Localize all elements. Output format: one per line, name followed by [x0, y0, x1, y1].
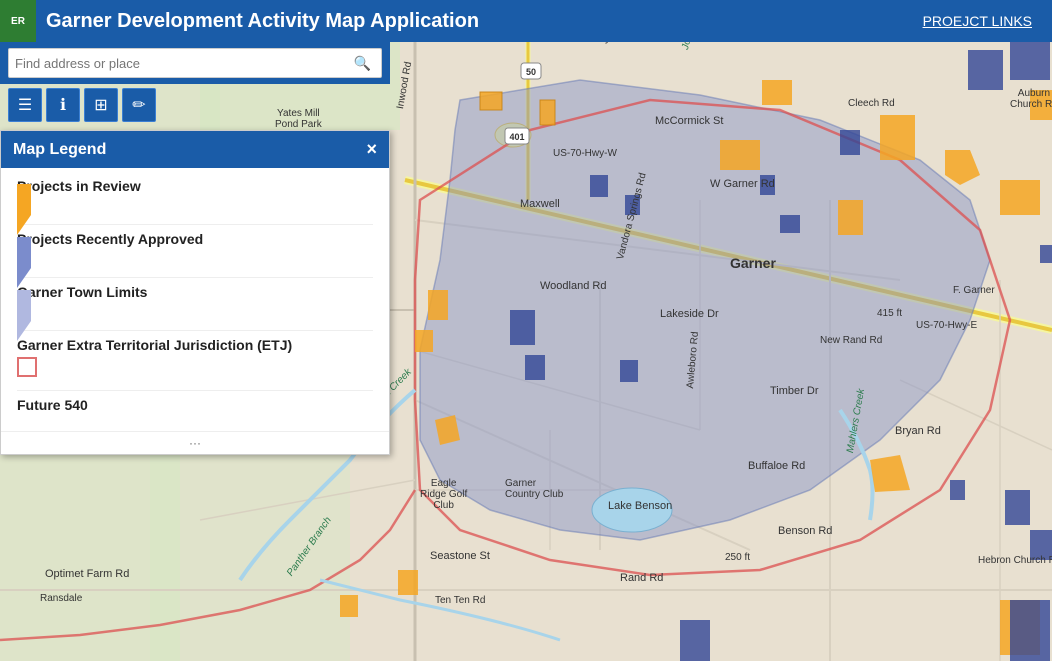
map-label-bryan-rd: Bryan Rd: [895, 425, 941, 437]
search-box[interactable]: 🔍: [8, 48, 382, 78]
swatch-blue-icon: [17, 237, 31, 288]
legend-approved-swatch: [17, 251, 373, 269]
legend-town-limits-swatch: [17, 304, 373, 322]
map-label-new-rand: New Rand Rd: [820, 335, 882, 346]
app-logo: ER: [0, 0, 36, 42]
toolbar: 🔍: [0, 42, 390, 84]
map-label-buffaloe: Buffaloe Rd: [748, 460, 805, 472]
map-label-eagle-ridge: EagleRidge GolfClub: [420, 478, 467, 511]
legend-town-limits-title: Garner Town Limits: [17, 284, 373, 300]
menu-button[interactable]: ☰: [8, 88, 42, 122]
layers-button[interactable]: ⊞: [84, 88, 118, 122]
map-label-auburn: AuburnChurch Rd: [1010, 88, 1052, 110]
map-label-maxwell: Maxwell: [520, 198, 560, 210]
map-label-us70e: US-70-Hwy-E: [916, 320, 977, 331]
map-label-mccormick: McCormick St: [655, 115, 723, 127]
map-label-hebron: Hebron Church Rd: [978, 555, 1052, 566]
header: ER Garner Development Activity Map Appli…: [0, 0, 1052, 42]
legend-panel: Map Legend × Projects in Review Projects…: [0, 130, 390, 455]
map-label-250ft: 250 ft: [725, 552, 750, 563]
legend-approved-title: Projects Recently Approved: [17, 231, 373, 247]
map-label-optimet: Optimet Farm Rd: [45, 568, 129, 580]
map-label-woodland-rd: Woodland Rd: [540, 280, 606, 292]
legend-section-approved: Projects Recently Approved: [17, 231, 373, 269]
swatch-orange-icon: [17, 184, 31, 235]
map-label-lake-benson: Lake Benson: [608, 500, 672, 512]
map-label-us70w: US-70-Hwy-W: [553, 148, 617, 159]
map-label-garner: Garner: [730, 255, 776, 271]
map-label-lakeside: Lakeside Dr: [660, 308, 719, 320]
legend-etj-swatch: [17, 357, 373, 382]
legend-title: Map Legend: [13, 141, 106, 159]
legend-section-town-limits: Garner Town Limits: [17, 284, 373, 322]
legend-section-etj: Garner Extra Territorial Jurisdiction (E…: [17, 337, 373, 382]
map-label-seastone: Seastone St: [430, 550, 490, 562]
swatch-lavender-icon: [17, 290, 31, 341]
info-button[interactable]: ℹ: [46, 88, 80, 122]
search-input[interactable]: [15, 56, 350, 71]
legend-etj-title: Garner Extra Territorial Jurisdiction (E…: [17, 337, 373, 353]
legend-review-swatch: [17, 198, 373, 216]
legend-review-title: Projects in Review: [17, 178, 373, 194]
legend-close-button[interactable]: ×: [366, 139, 377, 160]
project-links[interactable]: PROEJCT LINKS: [923, 13, 1032, 29]
draw-button[interactable]: ✏: [122, 88, 156, 122]
legend-body: Projects in Review Projects Recently App…: [1, 168, 389, 431]
map-label-w-garner-rd: W Garner Rd: [710, 178, 775, 190]
map-label-415ft: 415 ft: [877, 308, 902, 319]
map-label-ransdale: Ransdale: [40, 593, 82, 604]
svg-text:401: 401: [509, 132, 524, 142]
legend-section-review: Projects in Review: [17, 178, 373, 216]
svg-text:50: 50: [526, 67, 536, 77]
legend-future540-title: Future 540: [17, 397, 373, 413]
map-label-timber-dr: Timber Dr: [770, 385, 818, 397]
search-button[interactable]: 🔍: [350, 53, 375, 74]
legend-expand-handle[interactable]: ···: [1, 431, 389, 454]
app-title: Garner Development Activity Map Applicat…: [46, 10, 923, 33]
map-label-yates-mill: Yates MillPond Park: [275, 108, 322, 130]
legend-section-future540: Future 540: [17, 397, 373, 413]
swatch-pink-icon: [17, 357, 37, 377]
legend-header: Map Legend ×: [1, 131, 389, 168]
map-label-garner-cc: GarnerCountry Club: [505, 478, 563, 500]
map-label-fgarner: F. Garner: [953, 285, 995, 296]
map-label-ten-ten: Ten Ten Rd: [435, 595, 485, 606]
map-label-benson-rd: Benson Rd: [778, 525, 832, 537]
map-label-rand-rd: Rand Rd: [620, 572, 663, 584]
map-label-cleech: Cleech Rd: [848, 98, 895, 109]
map-tool-buttons: ☰ ℹ ⊞ ✏: [0, 84, 164, 126]
